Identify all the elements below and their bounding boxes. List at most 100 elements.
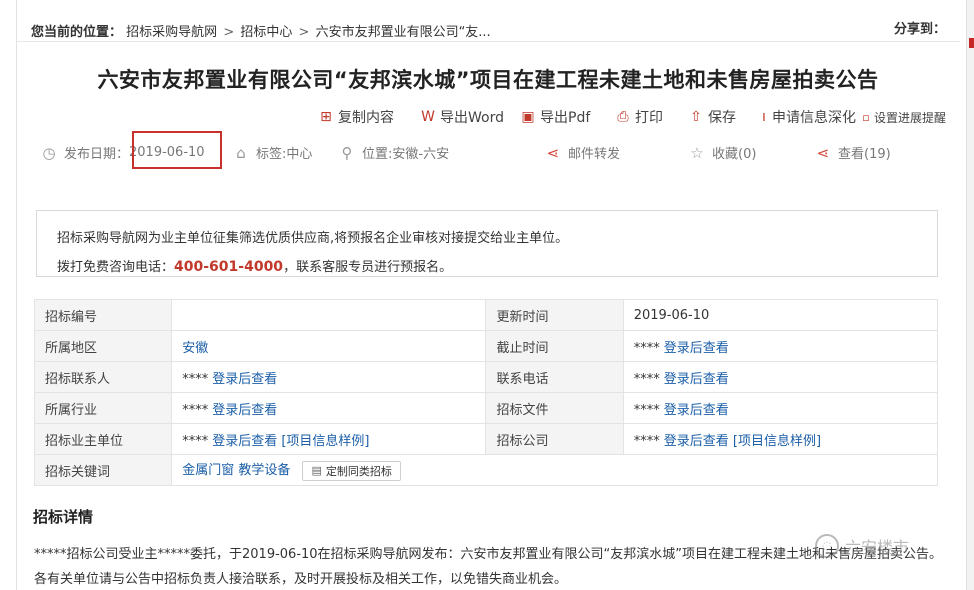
detail-text: *****招标公司受业主*****委托，于2019-06-10在招标采购导航网发… [34, 547, 943, 587]
login-to-view-link[interactable]: 登录后查看 [212, 403, 277, 418]
login-to-view-link[interactable]: 登录后查看 [212, 372, 277, 387]
region-link[interactable]: 安徽 [182, 341, 208, 356]
keywords-link[interactable]: 金属门窗 教学设备 [182, 463, 290, 478]
publish-date-label: 发布日期： [64, 147, 130, 162]
table-row: 招标业主单位 **** 登录后查看 [项目信息样例] 招标公司 **** 登录后查看… [33, 423, 939, 455]
breadcrumb-lead: 您当前的位置： [31, 25, 123, 40]
label-deadline: 截止时间 [485, 330, 624, 362]
label-industry: 所属行业 [33, 392, 173, 424]
value-contact: **** 登录后查看 [171, 361, 487, 393]
detail-heading: 招标详情 [33, 508, 94, 526]
breadcrumb-separator: > [298, 25, 310, 40]
clock-icon: ◷ [42, 143, 56, 162]
save-button[interactable]: ⇧ 保存 [688, 107, 736, 127]
breadcrumb-item-home[interactable]: 招标采购导航网 [126, 25, 217, 40]
document-icon: ▤ [311, 464, 322, 478]
copy-icon: ⊞ [320, 109, 332, 125]
favorite-button[interactable]: ☆ 收藏(0) [688, 143, 756, 163]
progress-remind-label: 设置进展提醒 [874, 111, 947, 125]
mail-forward-button[interactable]: ⋖ 邮件转发 [544, 143, 620, 163]
value-update-time: 2019-06-10 [622, 299, 939, 331]
hotline-phone[interactable]: 400-601-4000 [174, 259, 283, 275]
notice-line-1: 招标采购导航网为业主单位征集筛选优质供应商,将预报名企业审核对接提交给业主单位。 [57, 231, 569, 246]
value-tender-file: **** 登录后查看 [622, 392, 939, 424]
value-industry: **** 登录后查看 [171, 392, 487, 424]
login-to-view-link[interactable]: 登录后查看 [664, 434, 729, 449]
login-to-view-link[interactable]: 登录后查看 [212, 434, 277, 449]
copy-content-label: 复制内容 [338, 110, 394, 126]
label-tender-company: 招标公司 [485, 423, 624, 455]
share-nodes-icon: ⋖ [816, 143, 830, 162]
subscribe-similar-label: 定制同类招标 [325, 464, 392, 478]
print-button[interactable]: ⎙ 打印 [615, 107, 663, 127]
location-info: ⚲ 位置:安徽-六安 [338, 143, 450, 163]
bell-icon: ▫ [862, 110, 870, 124]
star-icon: ☆ [690, 143, 704, 162]
value-owner-unit: **** 登录后查看 [项目信息样例] [171, 423, 487, 455]
breadcrumb-bar: 您当前的位置： 招标采购导航网 > 招标中心 > 六安市友邦置业有限公司“友..… [16, 8, 960, 42]
notice-line-2: 拨打免费咨询电话：400-601-4000，联系客服专员进行预报名。 [57, 256, 452, 275]
table-row: 所属行业 **** 登录后查看 招标文件 **** 登录后查看 [33, 392, 939, 424]
save-icon: ⇧ [690, 109, 702, 125]
breadcrumb-item-current[interactable]: 六安市友邦置业有限公司“友... [316, 25, 491, 40]
masked-value: **** [633, 340, 660, 356]
label-region: 所属地区 [33, 330, 173, 362]
masked-value: **** [182, 433, 209, 449]
label-phone: 联系电话 [485, 361, 624, 393]
sample-info-link[interactable]: [项目信息样例] [733, 434, 821, 449]
label-update-time: 更新时间 [485, 299, 624, 331]
share-icon: ⋖ [546, 143, 560, 162]
masked-value: **** [633, 402, 660, 418]
table-row: 招标编号 更新时间 2019-06-10 [33, 299, 939, 331]
action-toolbar: ⊞ 复制内容 W 导出Word ▣ 导出Pdf ⎙ 打印 ⇧ 保存 ı 申请信息… [0, 107, 974, 127]
watermark: ◌ 六安楼市 [815, 532, 955, 560]
masked-value: **** [182, 371, 209, 387]
date-highlight-box [132, 131, 222, 169]
request-deepen-label: 申请信息深化 [772, 110, 856, 126]
export-pdf-button[interactable]: ▣ 导出Pdf [520, 107, 590, 127]
value-tender-number [171, 299, 487, 331]
value-deadline: **** 登录后查看 [622, 330, 939, 362]
views-label: 查看(19) [838, 147, 891, 162]
page-scrollbar[interactable] [966, 0, 974, 590]
value-keywords: 金属门窗 教学设备 ▤ 定制同类招标 [171, 454, 938, 486]
label-tender-number: 招标编号 [33, 299, 173, 331]
wechat-logo-icon: ◌ [815, 534, 839, 558]
breadcrumb-item-center[interactable]: 招标中心 [240, 25, 292, 40]
label-contact: 招标联系人 [33, 361, 173, 393]
copy-content-button[interactable]: ⊞ 复制内容 [318, 107, 394, 127]
value-phone: **** 登录后查看 [622, 361, 939, 393]
value-region: 安徽 [171, 330, 487, 362]
login-to-view-link[interactable]: 登录后查看 [664, 372, 729, 387]
tender-info-table: 招标编号 更新时间 2019-06-10 所属地区 安徽 截止时间 **** 登录… [33, 299, 939, 486]
sample-info-link[interactable]: [项目信息样例] [281, 434, 369, 449]
export-word-button[interactable]: W 导出Word [420, 107, 504, 127]
masked-value: **** [633, 371, 660, 387]
value-tender-company: **** 登录后查看 [项目信息样例] [622, 423, 939, 455]
masked-value: **** [182, 402, 209, 418]
table-row: 招标关键词 金属门窗 教学设备 ▤ 定制同类招标 [33, 454, 938, 486]
subscribe-similar-button[interactable]: ▤ 定制同类招标 [302, 460, 401, 481]
breadcrumb-separator: > [223, 25, 235, 40]
tag-info: ⌂ 标签:中心 [232, 143, 312, 163]
login-to-view-link[interactable]: 登录后查看 [664, 403, 729, 418]
login-to-view-link[interactable]: 登录后查看 [664, 341, 729, 356]
side-marker [969, 38, 974, 48]
print-label: 打印 [635, 110, 663, 126]
table-row: 所属地区 安徽 截止时间 **** 登录后查看 [33, 330, 939, 362]
share-label: 分享到： [893, 22, 946, 37]
save-label: 保存 [708, 110, 736, 126]
printer-icon: ⎙ [617, 109, 629, 125]
page-title: 六安市友邦置业有限公司“友邦滨水城”项目在建工程未建土地和未售房屋拍卖公告 [97, 68, 879, 92]
label-owner-unit: 招标业主单位 [33, 423, 173, 455]
tag-icon: ⌂ [236, 143, 246, 162]
progress-remind-button[interactable]: ▫ 设置进展提醒 [862, 109, 946, 126]
label-keywords: 招标关键词 [33, 454, 173, 486]
notice-line-2-suffix: ，联系客服专员进行预报名。 [283, 260, 453, 275]
export-pdf-label: 导出Pdf [540, 110, 591, 126]
word-file-icon: W [421, 109, 435, 125]
views-counter[interactable]: ⋖ 查看(19) [814, 143, 891, 163]
export-word-label: 导出Word [440, 110, 504, 126]
table-row: 招标联系人 **** 登录后查看 联系电话 **** 登录后查看 [33, 361, 939, 393]
request-deepen-button[interactable]: ı 申请信息深化 [760, 107, 856, 127]
